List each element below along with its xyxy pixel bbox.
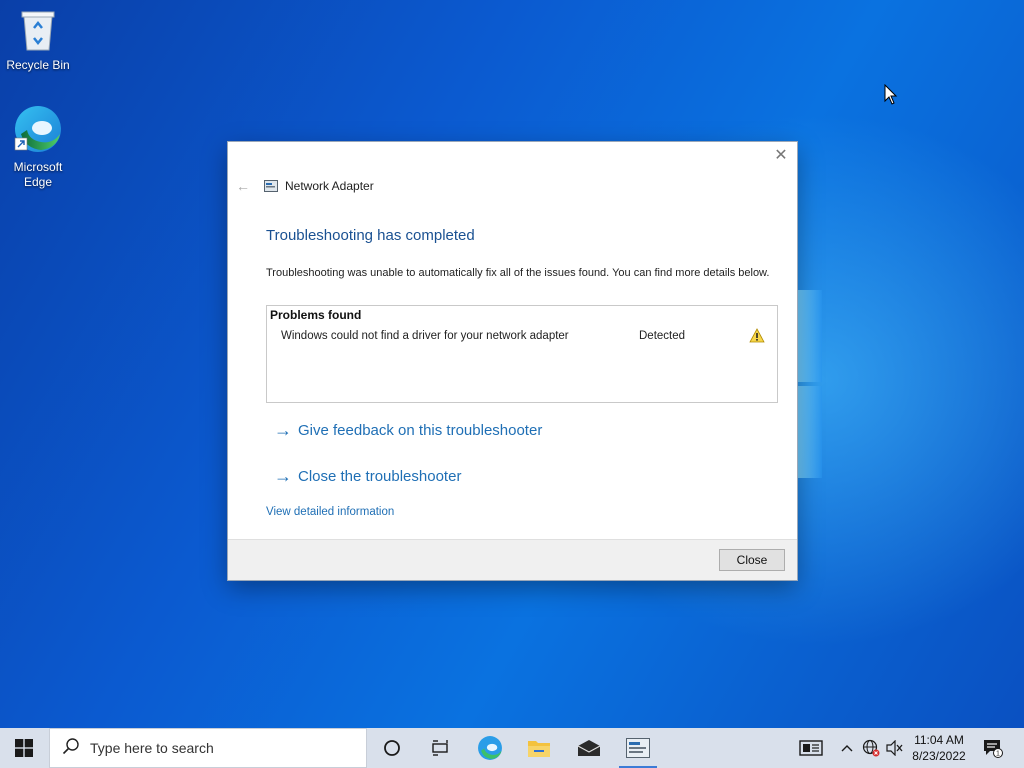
cortana-icon [384,740,400,756]
taskbar-edge-button[interactable] [466,728,514,768]
task-view-icon [432,740,448,756]
start-button[interactable] [0,728,48,768]
close-icon[interactable]: ✕ [773,148,789,164]
search-placeholder: Type here to search [90,740,214,756]
warning-icon [749,328,765,348]
problem-issue: Windows could not find a driver for your… [281,330,569,342]
windows-logo-icon [15,739,33,757]
network-status-button[interactable] [860,728,882,768]
network-adapter-icon [264,180,278,192]
clock-time: 11:04 AM [914,733,964,747]
troubleshooter-dialog: ✕ ← Network Adapter Troubleshooting has … [228,142,797,580]
problems-found-box: Problems found Windows could not find a … [266,305,778,403]
clock-date: 8/23/2022 [912,749,966,763]
search-icon [62,737,80,760]
mouse-cursor-icon [884,83,898,111]
windows-logo-glow-bottom [798,386,822,478]
taskbar-clock[interactable]: 11:04 AM 8/23/2022 [905,732,973,764]
action-center-button[interactable]: 1 [978,728,1008,768]
show-hidden-icons-button[interactable] [837,728,857,768]
news-icon [799,740,823,756]
page-title: Troubleshooting has completed [266,227,475,244]
troubleshooter-taskbar-button[interactable] [614,728,662,768]
cortana-button[interactable] [368,728,416,768]
desktop-icon-recycle-bin[interactable]: Recycle Bin [0,8,76,73]
taskbar: Type here to search 11:04 AM 8/23/2022 1 [0,728,1024,768]
notification-icon: 1 [984,740,1003,758]
dialog-footer: Close [228,539,797,580]
back-arrow-icon[interactable]: ← [236,178,250,194]
desktop-icon-label: Microsoft Edge [13,160,63,189]
desktop-icon-label: Recycle Bin [6,58,70,72]
volume-button[interactable] [884,728,906,768]
arrow-right-icon: → [274,420,292,440]
folder-icon [528,741,550,757]
volume-muted-icon [886,740,903,756]
globe-network-icon [862,739,880,757]
file-explorer-button[interactable] [515,728,563,768]
edge-icon [478,736,502,760]
close-troubleshooter-label: Close the troubleshooter [298,468,462,485]
close-troubleshooter-link[interactable]: → Close the troubleshooter [274,466,461,487]
notification-count: 1 [996,751,1000,758]
edge-icon [0,104,76,158]
windows-logo-glow-top [798,290,822,382]
task-view-button[interactable] [416,728,464,768]
news-and-interests-button[interactable] [796,728,826,768]
dialog-header-title: Network Adapter [285,179,374,193]
give-feedback-label: Give feedback on this troubleshooter [298,422,543,439]
recycle-bin-icon [0,8,76,56]
mail-icon [577,740,601,756]
network-adapter-icon [626,738,650,758]
result-description: Troubleshooting was unable to automatica… [266,267,770,279]
problems-heading: Problems found [270,308,362,322]
problem-status: Detected [639,330,686,342]
give-feedback-link[interactable]: → Give feedback on this troubleshooter [274,420,542,441]
dialog-header: ← Network Adapter [236,178,374,194]
desktop-icon-microsoft-edge[interactable]: Microsoft Edge [0,104,76,190]
close-button[interactable]: Close [719,549,785,571]
taskbar-search-box[interactable]: Type here to search [49,728,367,768]
arrow-right-icon: → [274,466,292,486]
view-detailed-information-link[interactable]: View detailed information [266,506,394,518]
chevron-up-icon [841,745,853,752]
mail-button[interactable] [565,728,613,768]
